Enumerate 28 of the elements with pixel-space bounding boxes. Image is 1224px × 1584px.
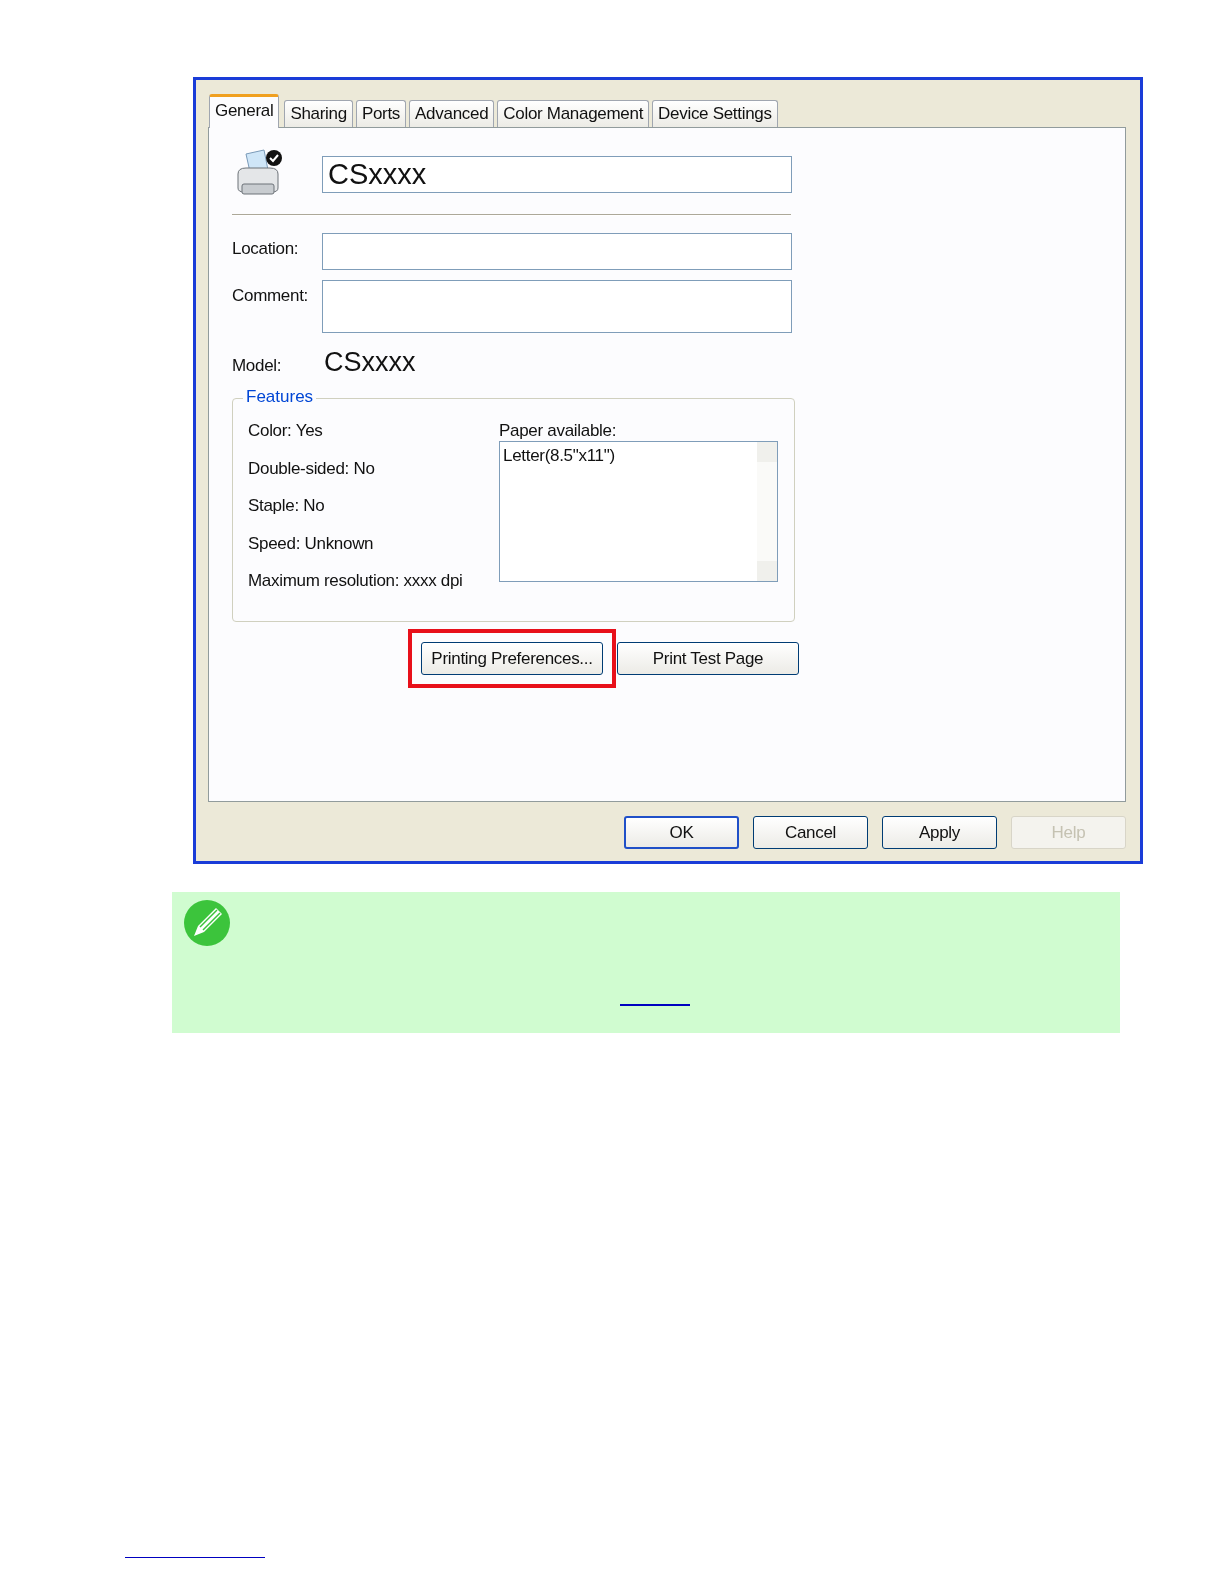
button[interactable]: Print Test Page <box>617 642 799 675</box>
paper-list[interactable]: Letter(8.5"x11") <box>499 441 778 582</box>
tab[interactable]: General <box>209 94 280 128</box>
tab[interactable]: Ports <box>355 100 407 127</box>
field-label: Comment: <box>232 285 309 306</box>
location-field[interactable] <box>322 233 792 270</box>
button[interactable]: OK <box>624 816 739 849</box>
button[interactable]: Cancel <box>753 816 868 849</box>
list-label: Paper available: <box>499 421 618 441</box>
button[interactable]: Apply <box>882 816 997 849</box>
tab[interactable]: Sharing <box>284 100 353 127</box>
printer-name-field[interactable]: CSxxxx <box>322 155 792 193</box>
feature-text: Speed: Unknown <box>248 533 375 555</box>
pencil-icon <box>184 900 230 946</box>
button[interactable]: Printing Preferences... <box>421 642 603 675</box>
feature-text: Color: Yes <box>248 421 324 442</box>
tab[interactable]: Device Settings <box>652 100 778 127</box>
feature-text: Maximum resolution: xxxx dpi <box>248 571 464 592</box>
comment-field[interactable] <box>322 280 792 333</box>
feature-text: Staple: No <box>248 496 326 517</box>
scrollbar[interactable] <box>757 442 777 581</box>
model-value: CSxxxx <box>324 347 416 378</box>
feature-text: Double-sided: No <box>248 458 376 480</box>
tab[interactable]: Color Management <box>497 100 650 127</box>
field-label: Location: <box>232 238 300 259</box>
tab[interactable]: Advanced <box>409 100 495 127</box>
list-item[interactable]: Letter(8.5"x11") <box>503 446 754 466</box>
field-label: Model: <box>232 354 283 376</box>
